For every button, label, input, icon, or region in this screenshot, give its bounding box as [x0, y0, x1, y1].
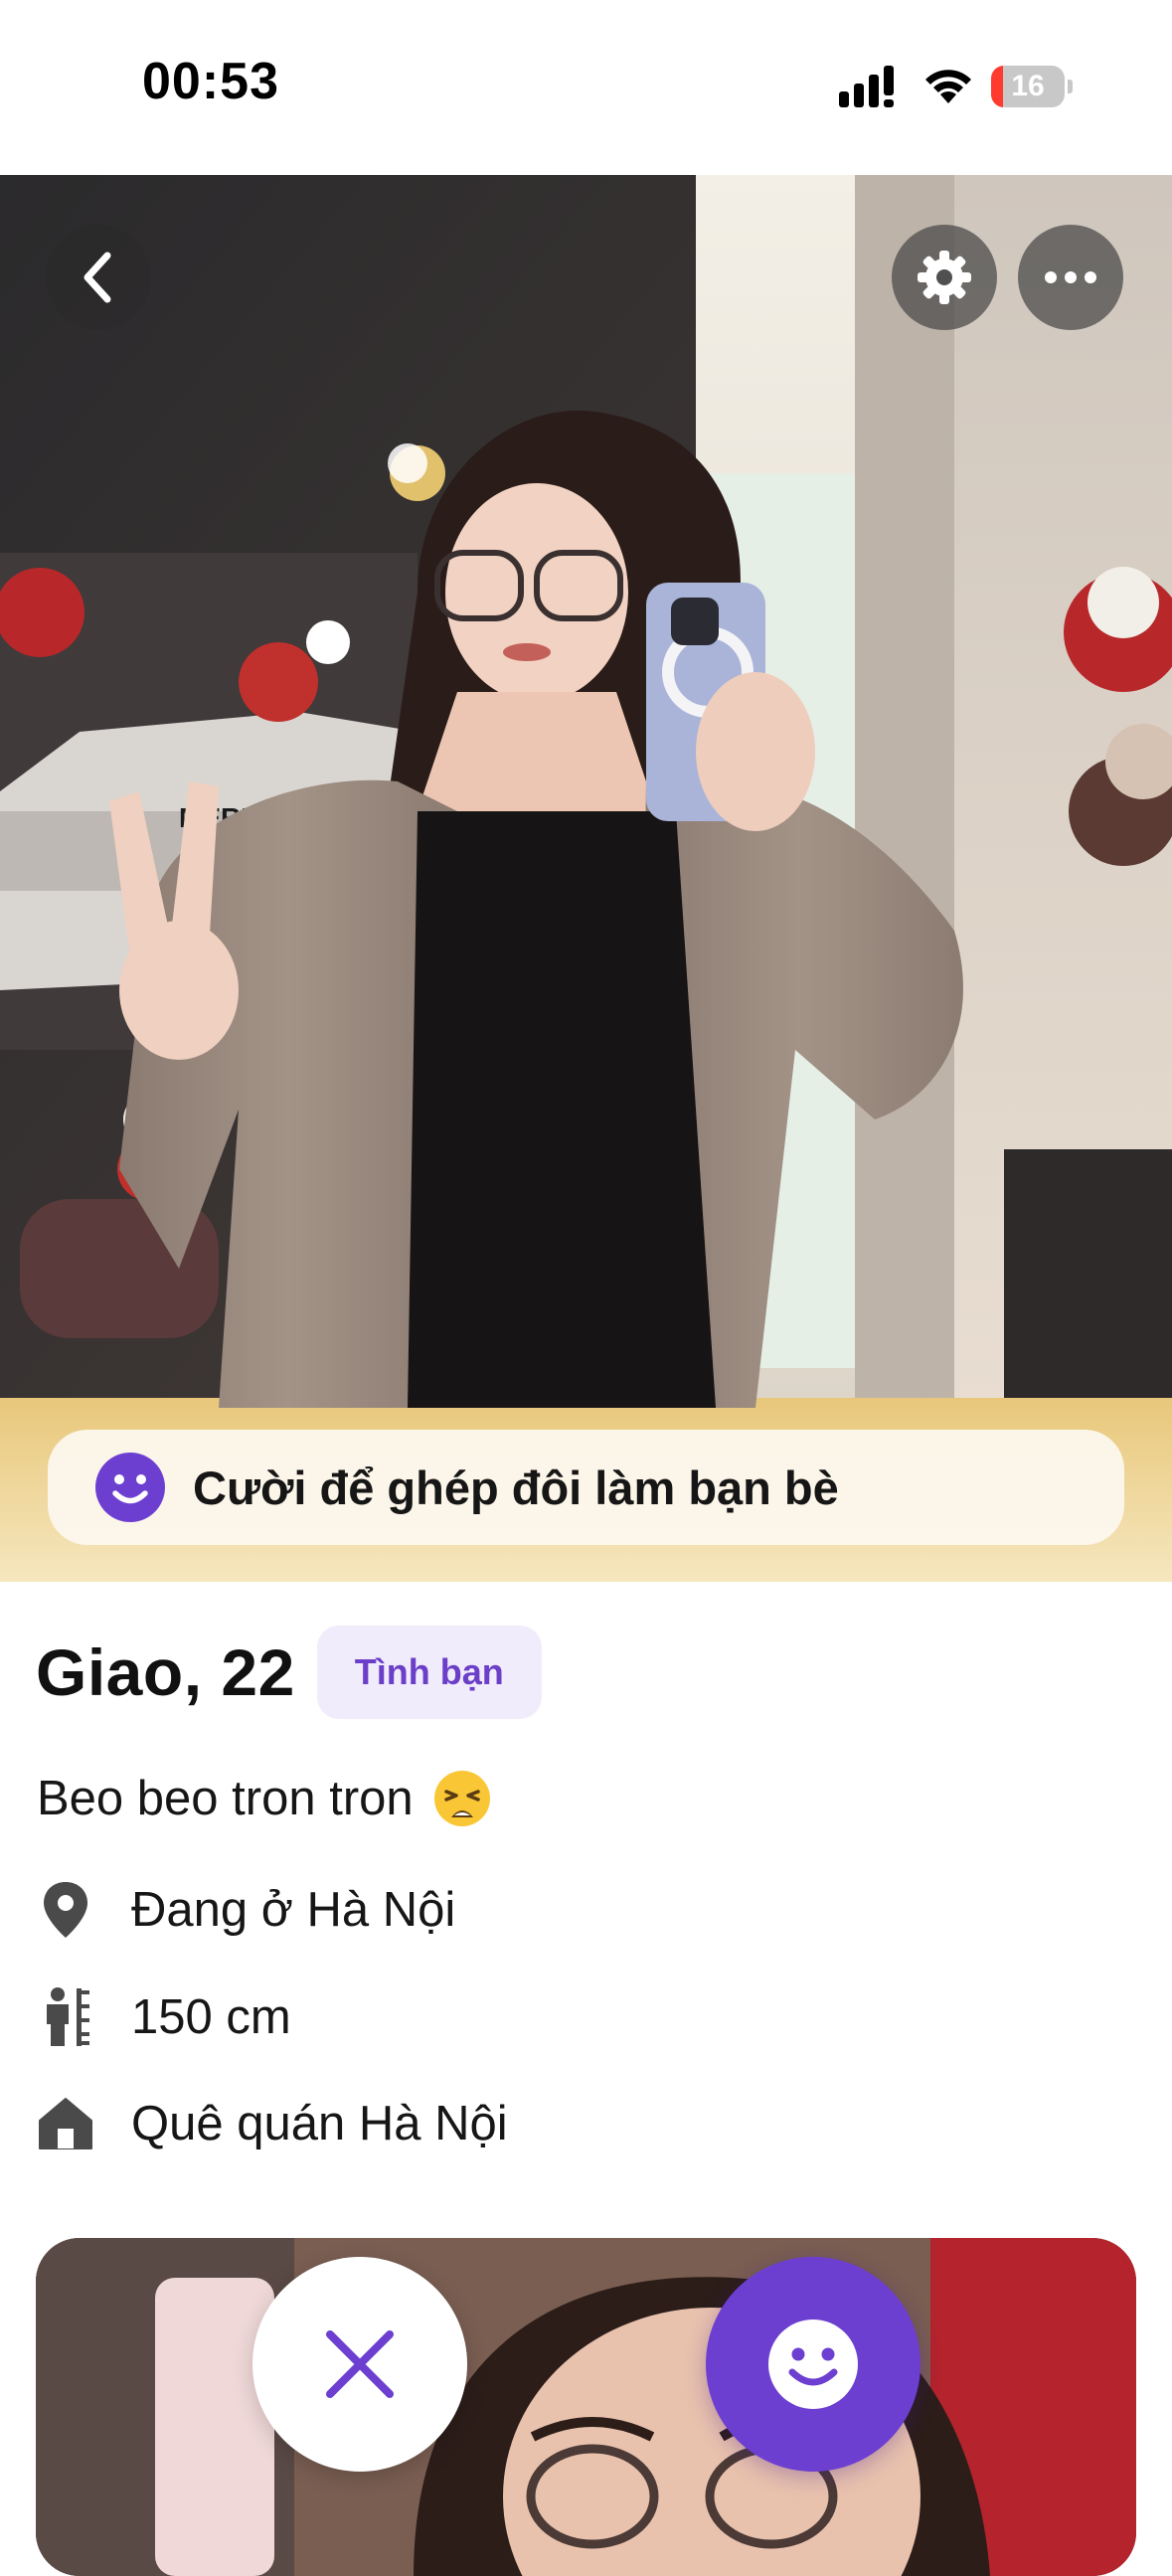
hometown-text: Quê quán Hà Nội [131, 2097, 508, 2150]
battery-level: 16 [1011, 70, 1045, 102]
profile-name-age: Giao, 22 [36, 1635, 295, 1709]
smile-to-match-banner[interactable]: Cười để ghép đôi làm bạn bè [48, 1430, 1124, 1545]
location-row: Đang ở Hà Nội [36, 1875, 455, 1945]
chevron-left-icon [84, 252, 111, 303]
profile-main-photo[interactable]: MERRY CHRIST [0, 175, 1172, 1582]
smile-banner-text: Cười để ghép đôi làm bạn bè [193, 1460, 839, 1514]
weary-face-emoji [433, 1771, 490, 1826]
close-icon [326, 2330, 394, 2398]
ellipsis-icon [1045, 271, 1096, 283]
battery-icon: 16 [991, 66, 1073, 107]
status-time: 00:53 [142, 53, 279, 110]
home-icon [39, 2098, 92, 2149]
intent-badge: Tình bạn [316, 1626, 542, 1719]
height-icon [47, 1987, 89, 2046]
signal-icon [839, 66, 894, 107]
location-text: Đang ở Hà Nội [131, 1883, 456, 1937]
height-text: 150 cm [131, 1990, 291, 2044]
more-options-button[interactable] [1018, 225, 1123, 330]
settings-button[interactable] [892, 225, 997, 330]
second-photo-image [36, 2238, 1136, 2576]
profile-bio: Beo beo tron tron [37, 1770, 491, 1827]
bio-text: Beo beo tron tron [37, 1772, 414, 1825]
status-bar: 00:53 16 [0, 0, 1172, 175]
pass-button[interactable] [252, 2257, 467, 2472]
height-row: 150 cm [36, 1982, 291, 2052]
location-pin-icon [44, 1882, 87, 1938]
smile-icon [768, 2319, 858, 2409]
gear-icon [918, 251, 971, 304]
profile-second-photo[interactable] [36, 2238, 1136, 2576]
hometown-row: Quê quán Hà Nội [36, 2089, 508, 2158]
name-row: Giao, 22 Tình bạn [36, 1625, 542, 1720]
wifi-icon [925, 70, 971, 103]
profile-photo-image: MERRY CHRIST [0, 175, 1172, 1582]
back-button[interactable] [46, 225, 151, 330]
smile-icon [95, 1453, 165, 1522]
smile-like-button[interactable] [706, 2257, 921, 2472]
